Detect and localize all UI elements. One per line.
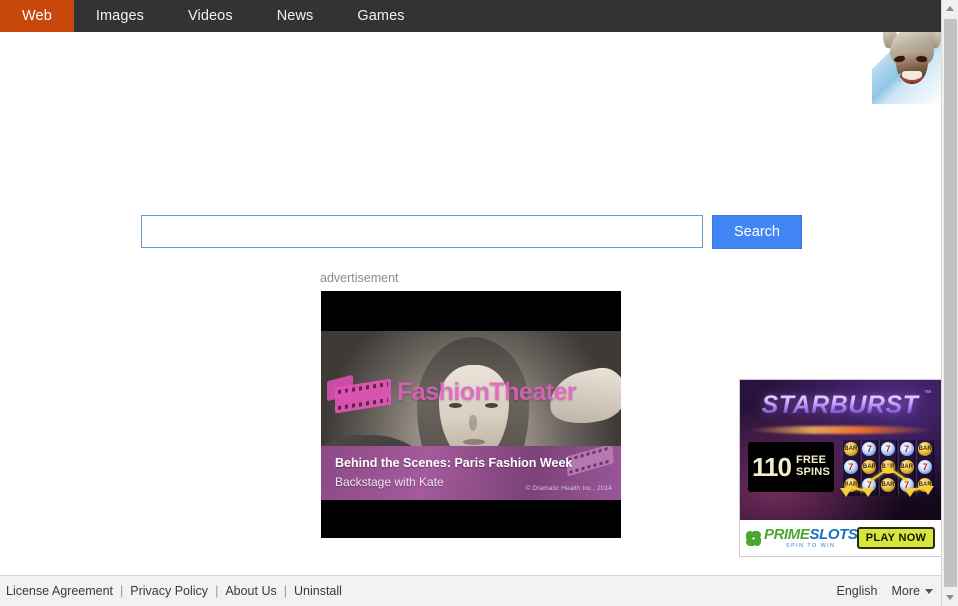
slots-game-title: STARBURST [754, 391, 926, 420]
footer-link-license-agreement[interactable]: License Agreement [3, 584, 116, 598]
free-spins-offer: 110 FREE SPINS [748, 442, 834, 492]
chevron-down-icon [925, 588, 933, 594]
scroll-down-button[interactable] [942, 589, 958, 606]
chevron-down-icon [946, 595, 954, 600]
footer-link-about-us[interactable]: About Us [222, 584, 279, 598]
slot-reel: BAR 7 BAR [842, 440, 860, 496]
slot-reels: BAR 7 BAR 7 BAR 7 7 BAR BAR 7 BAR 7 BAR 7 BAR [842, 440, 934, 496]
slots-ad-footer: PRIMESLOTS SPIN TO WIN PLAY NOW [740, 520, 941, 556]
light-flare [748, 426, 934, 434]
nav-tab-videos-label: Videos [188, 8, 233, 24]
page-footer: License Agreement | Privacy Policy | Abo… [0, 575, 941, 606]
footer-separator: | [120, 584, 124, 598]
video-copyright: © Dramatic Health Inc., 2014 [525, 485, 612, 492]
brand-tagline: SPIN TO WIN [786, 542, 836, 549]
footer-link-privacy-policy[interactable]: Privacy Policy [127, 584, 211, 598]
video-brand-name: FashionTheater [397, 378, 577, 406]
video-frame: FashionTheater Behind the Scenes: Paris … [321, 331, 621, 500]
search-form: Search [141, 215, 802, 249]
nav-tab-images-label: Images [95, 8, 145, 24]
footer-separator: | [283, 584, 287, 598]
search-homepage: Web Images Videos News Games × Search ad… [0, 0, 958, 606]
footer-options: English More [837, 584, 933, 598]
slots-banner-advertisement[interactable]: STARBURST ™ 110 FREE SPINS BAR 7 BAR 7 BAR 7 [739, 379, 941, 557]
nav-tab-web[interactable]: Web [0, 0, 74, 32]
nav-tab-videos[interactable]: Videos [166, 0, 255, 32]
nav-tab-games-label: Games [357, 8, 405, 24]
footer-separator: | [215, 584, 219, 598]
game-character-popup-ad[interactable]: × [872, 32, 941, 104]
footer-links: License Agreement | Privacy Policy | Abo… [0, 584, 345, 598]
slot-reel: 7 BAR BAR [879, 440, 897, 496]
popup-ad-artwork [872, 32, 941, 104]
film-strip-icon-caption [566, 446, 614, 477]
free-spins-count: 110 [752, 452, 792, 482]
scrollbar-thumb[interactable] [944, 19, 957, 587]
footer-link-uninstall[interactable]: Uninstall [291, 584, 345, 598]
scroll-up-button[interactable] [942, 0, 958, 17]
vertical-scrollbar[interactable] [941, 0, 958, 606]
video-title: Behind the Scenes: Paris Fashion Week [335, 456, 573, 470]
language-selector[interactable]: English [837, 584, 878, 598]
video-caption-bar: Behind the Scenes: Paris Fashion Week Ba… [321, 446, 621, 500]
more-menu[interactable]: More [892, 584, 933, 598]
slots-ad-artwork: STARBURST ™ 110 FREE SPINS BAR 7 BAR 7 BAR 7 [740, 380, 941, 520]
trademark-symbol: ™ [924, 390, 931, 397]
slot-reel: 7 BAR 7 [860, 440, 879, 496]
brand-name-slots: SLOTS [809, 525, 858, 543]
primary-navigation: Web Images Videos News Games [0, 0, 941, 32]
search-button[interactable]: Search [712, 215, 802, 249]
nav-tab-images[interactable]: Images [74, 0, 166, 32]
clover-icon [746, 530, 761, 546]
brand-name-prime: PRIME [764, 525, 810, 543]
close-icon[interactable]: × [888, 69, 906, 88]
video-advertisement[interactable]: FashionTheater Behind the Scenes: Paris … [321, 291, 621, 538]
nav-tab-news[interactable]: News [255, 0, 336, 32]
chevron-up-icon [946, 6, 954, 11]
play-now-button[interactable]: PLAY NOW [857, 527, 935, 549]
more-menu-label: More [891, 584, 920, 598]
browser-viewport: Web Images Videos News Games × Search ad… [0, 0, 941, 606]
prime-slots-logo: PRIMESLOTS SPIN TO WIN [746, 525, 858, 550]
warrior-character-icon [878, 32, 941, 100]
nav-tab-news-label: News [276, 8, 314, 24]
free-spins-word-spins: SPINS [795, 466, 830, 478]
search-input[interactable] [141, 215, 703, 248]
slot-reel: 7 BAR 7 [897, 440, 916, 496]
nav-tab-games[interactable]: Games [335, 0, 426, 32]
advertisement-label: advertisement [320, 271, 399, 285]
video-subtitle: Backstage with Kate [335, 475, 444, 489]
nav-tab-web-label: Web [22, 8, 52, 24]
slot-reel: BAR 7 BAR [916, 440, 934, 496]
